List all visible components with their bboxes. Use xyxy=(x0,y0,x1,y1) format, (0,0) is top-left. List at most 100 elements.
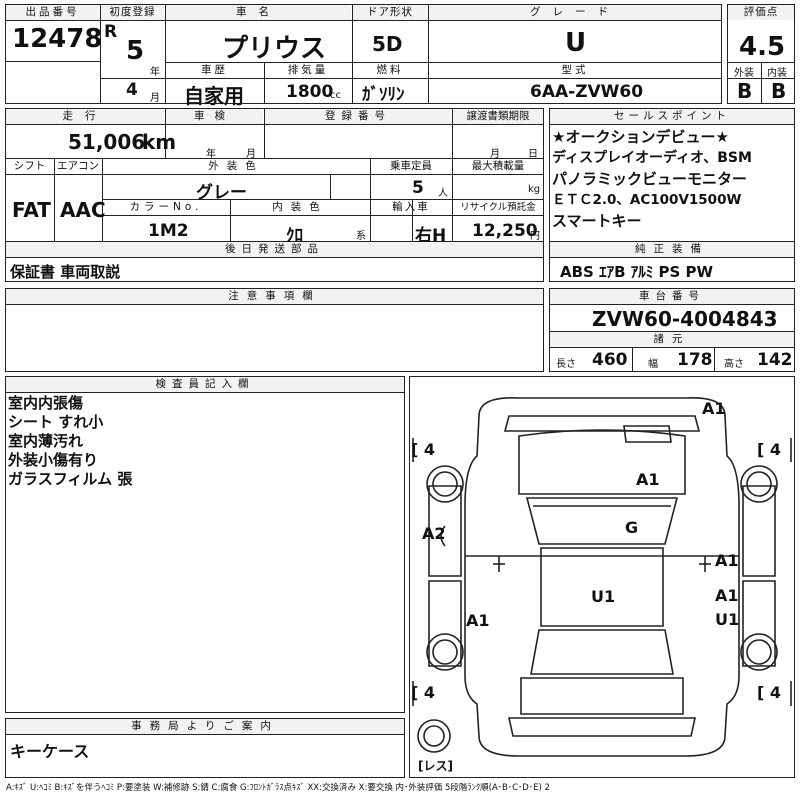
damage-mark: A1 xyxy=(466,611,490,630)
damage-mark: A1 xyxy=(636,470,660,489)
spare-tire-label: [レス] xyxy=(418,759,453,773)
int-grade: B xyxy=(771,79,787,103)
capacity: 5 xyxy=(412,178,424,198)
load-label: 最大積載量 xyxy=(471,160,525,172)
reg-year: 5 xyxy=(126,36,145,66)
inspector-item: 外装小傷有り xyxy=(8,451,99,469)
selling-point-item: ＥＴＣ2.0、AC100V1500W xyxy=(552,192,742,208)
selling-point-item: ★オークションデビュー★ xyxy=(552,128,729,146)
first-reg-label: 初度登録 xyxy=(101,5,164,20)
transfer-month-unit: 月 xyxy=(490,149,500,160)
chassis-number: ZVW60-4004843 xyxy=(592,307,778,331)
tire-fl-reading: [ 4 xyxy=(411,440,436,459)
int-label: 内装 xyxy=(767,68,787,79)
door-type: 5D xyxy=(372,32,403,56)
car-name-label: 車名 xyxy=(166,5,351,20)
ext-label: 外装 xyxy=(734,68,754,79)
era: R xyxy=(104,22,118,42)
damage-mark: A1 xyxy=(702,399,726,418)
door-label: ドア形状 xyxy=(353,5,427,20)
shift-label: シフト xyxy=(13,160,46,172)
fuel: ｶﾞｿﾘﾝ xyxy=(362,85,405,105)
shift: FAT xyxy=(12,198,51,222)
later-parts-label: 後日発送部品 xyxy=(6,242,543,257)
transfer-day-unit: 日 xyxy=(528,149,538,160)
width-label: 幅 xyxy=(648,359,658,370)
selling-point-item: ディスプレイオーディオ、BSM xyxy=(552,150,752,166)
selling-point-item: パノラミックビューモニター xyxy=(552,170,748,188)
damage-mark: A1 xyxy=(715,586,739,605)
selling-points-label: セールスポイント xyxy=(550,109,794,124)
inspector-list: 室内内張傷 シート すれ小 室内薄汚れ 外装小傷有り ガラスフィルム 張 xyxy=(8,394,132,489)
ac-label: エアコン xyxy=(57,160,99,172)
color-no-label: カラーNo. xyxy=(129,201,203,213)
fuel-label: 燃料 xyxy=(376,64,404,76)
load-unit: kg xyxy=(528,184,541,195)
displacement-unit: cc xyxy=(330,90,341,101)
later-parts: 保証書 車両取説 xyxy=(10,263,121,281)
damage-mark: U1 xyxy=(715,610,740,629)
model-label: 型式 xyxy=(561,64,589,76)
grade-label: グレード xyxy=(429,5,721,20)
damage-mark: A2 xyxy=(422,524,446,543)
damage-mark: U1 xyxy=(591,587,616,606)
office-label: 事務局よりご案内 xyxy=(6,719,404,734)
recycle-unit: 円 xyxy=(530,231,540,242)
displacement-label: 排気量 xyxy=(287,64,329,76)
inspector-item: 室内内張傷 xyxy=(8,394,84,412)
reg-month: 4 xyxy=(126,80,138,100)
import-label: 輸入車 xyxy=(392,201,430,213)
history-label: 車歴 xyxy=(201,64,228,76)
month-unit: 月 xyxy=(150,93,160,104)
mileage: 51,006 xyxy=(68,130,146,154)
insp-year-unit: 年 xyxy=(206,149,216,160)
notes-label: 注意事項欄 xyxy=(6,289,543,304)
selling-point-item: スマートキー xyxy=(552,212,642,230)
height: 142 xyxy=(757,350,793,370)
chassis-label: 車台番号 xyxy=(550,289,794,304)
insp-month-unit: 月 xyxy=(246,149,256,160)
interior-unit: 系 xyxy=(356,231,366,242)
tire-rr-reading: [ 4 xyxy=(757,683,782,702)
lot-label: 出品番号 xyxy=(6,5,99,20)
lot-number: 12478 xyxy=(12,24,103,54)
damage-mark: A1 xyxy=(715,551,739,570)
office-note: キーケース xyxy=(10,742,90,761)
inspector-item: シート すれ小 xyxy=(8,413,104,431)
recycle-label: リサイクル預託金 xyxy=(460,202,536,213)
transfer-label: 譲渡書類期限 xyxy=(453,109,543,124)
dims-label: 諸元 xyxy=(550,332,794,347)
legend: A:ｷｽﾞ U:ﾍｺﾐ B:ｷｽﾞを伴うﾍｺﾐ P:要塗装 W:補修跡 S:錆 … xyxy=(6,783,550,793)
interior-color-label: 内装色 xyxy=(272,201,328,213)
mileage-unit: km xyxy=(142,130,177,154)
capacity-unit: 人 xyxy=(438,188,448,199)
selling-points-list: ★オークションデビュー★ ディスプレイオーディオ、BSM パノラミックビューモニ… xyxy=(552,127,752,232)
width: 178 xyxy=(677,350,713,370)
inspector-item: ガラスフィルム 張 xyxy=(8,470,133,488)
history: 自家用 xyxy=(184,84,244,108)
displacement: 1800 xyxy=(286,82,334,102)
score-label: 評価点 xyxy=(728,5,794,20)
tire-fr-reading: [ 4 xyxy=(757,440,782,459)
mileage-label: 走行 xyxy=(6,109,164,124)
height-label: 高さ xyxy=(724,359,744,370)
length-label: 長さ xyxy=(556,359,576,370)
ext-grade: B xyxy=(737,79,753,103)
tire-rl-reading: [ 4 xyxy=(411,683,436,702)
inspection-label: 車検 xyxy=(166,109,263,124)
length: 460 xyxy=(592,350,628,370)
equipment-list: ABS ｴｱB ｱﾙﾐ PS PW xyxy=(560,263,714,281)
recycle-fee: 12,250 xyxy=(472,221,538,241)
car-diagram xyxy=(412,397,792,757)
reg-no-label: 登録番号 xyxy=(265,109,451,124)
model: 6AA-ZVW60 xyxy=(530,82,644,102)
ac: AAC xyxy=(60,198,106,222)
equipment-label: 純正装備 xyxy=(550,242,794,257)
damage-mark: G xyxy=(625,518,639,537)
car-name: プリウス xyxy=(222,34,327,64)
capacity-label: 乗車定員 xyxy=(390,160,432,172)
year-unit: 年 xyxy=(150,67,160,78)
color-no: 1M2 xyxy=(148,221,189,241)
grade: U xyxy=(565,28,587,58)
inspector-label: 検査員記入欄 xyxy=(6,377,404,392)
